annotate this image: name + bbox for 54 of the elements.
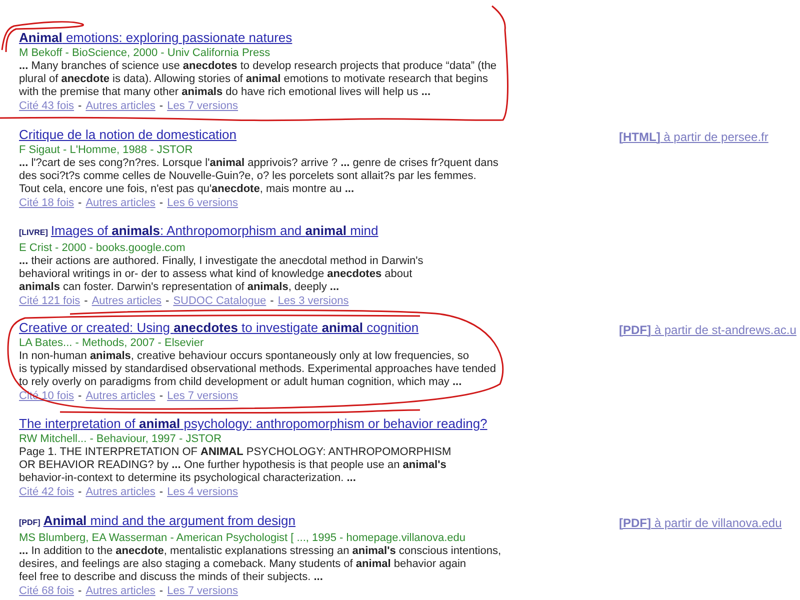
full-text-link[interactable]: [PDF] à partir de villanova.edu — [619, 516, 782, 530]
result-link[interactable]: Les 4 versions — [167, 485, 238, 499]
result-snippet: In non-human animals, creative behaviour occurs spontaneously only at low frequencies, so is typically missed by standardised observational methods. Experimental approaches have tended to rely overly on paradigms from child development or adult human cognition, which may ... — [19, 350, 497, 388]
result-link[interactable]: Cité 121 fois — [19, 294, 80, 308]
separator: - — [78, 388, 82, 402]
result-link[interactable]: Cité 68 fois — [19, 584, 74, 598]
result-source: LA Bates... - Methods, 2007 - Elsevier — [19, 336, 205, 350]
result-snippet: ... their actions are authored. Finally, I investigate the anecdotal method in Darwin's behavioral writings in or- der to assess what kind of knowledge anecdotes about animals can foster. Darwin's representation of animals, deeply ... — [19, 255, 424, 294]
separator: - — [84, 294, 88, 308]
result-snippet: Page 1. THE INTERPRETATION OF ANIMAL PSYCHOLOGY: ANTHROPOMORPHISM OR BEHAVIOR READING? by ... One further hypothesis is that people use an animal's behavior-in-context to determine its psychological characterization. ... — [19, 446, 452, 485]
result-link[interactable]: Autres articles — [86, 485, 156, 499]
result-source: MS Blumberg, EA Wasserman - American Psychologist [ ..., 1995 - homepage.villanova.edu — [19, 530, 467, 544]
separator: - — [159, 388, 164, 402]
full-text-link[interactable]: [HTML] à partir de persee.fr — [619, 130, 768, 144]
result-source: E Crist - 2000 - books.google.com — [19, 241, 186, 255]
result-link[interactable]: Cité 42 fois — [19, 485, 74, 499]
separator: - — [78, 485, 82, 499]
result-source: RW Mitchell... - Behaviour, 1997 - JSTOR — [19, 432, 223, 446]
result-link[interactable]: Autres articles — [92, 294, 162, 308]
separator: - — [166, 294, 170, 308]
result-snippet: ... l'?cart de ses cong?n?res. Lorsque l'animal apprivois? arrive ? ... genre de crises fr?quent dans des soci?t?s comme celles de Nouvelle-Guin?e, o? les porcelets sont allait?s par les femmes. Tout cela, encore une fois, n'est pas qu'anecdote, mais montre au ... — [19, 156, 500, 196]
separator: - — [78, 196, 82, 210]
result-link[interactable]: Autres articles — [86, 584, 156, 598]
result-link[interactable]: Les 7 versions — [167, 388, 238, 402]
document-type-tag: [PDF] — [19, 514, 40, 530]
result-snippet: ... In addition to the anecdote, mentalistic explanations stressing an animal's conscious intentions, desires, and feelings are also staging a comeback. Many students of animal behavior again feel free to describe and discuss the minds of their subjects. ... — [19, 544, 502, 584]
result-link[interactable]: Autres articles — [86, 99, 156, 113]
full-text-link[interactable]: [PDF] à partir de st-andrews.ac.u — [619, 322, 796, 336]
separator: - — [159, 99, 164, 113]
result-link[interactable]: Les 7 versions — [167, 584, 238, 598]
result-snippet: ... Many branches of science use anecdotes to develop research projects that produce “data” (the plural of anecdote is data). Allowing stories of animal emotions to motivate research that begins with the premise that many other animals do have rich emotional lives will help us ... — [19, 60, 498, 99]
result-title-link[interactable]: Critique de la notion de domestication — [19, 126, 237, 142]
result-source: F Sigaut - L'Homme, 1988 - JSTOR — [19, 142, 194, 156]
result-link[interactable]: Autres articles — [86, 196, 156, 210]
result-link[interactable]: Les 3 versions — [278, 294, 349, 308]
result-title-link[interactable]: The interpretation of animal psychology: anthropomorphism or behavior reading? — [19, 416, 488, 432]
separator: - — [270, 294, 274, 308]
result-link[interactable]: Autres articles — [86, 388, 156, 402]
separator: - — [78, 584, 82, 598]
result-title-link[interactable]: Animal mind and the argument from design — [43, 512, 296, 528]
separator: - — [159, 584, 164, 598]
result-link[interactable]: Les 6 versions — [167, 196, 238, 210]
separator: - — [159, 196, 164, 210]
result-link[interactable]: SUDOC Catalogue — [173, 294, 266, 308]
separator: - — [78, 99, 82, 113]
result-title-link[interactable]: Animal emotions: exploring passionate natures — [19, 30, 292, 46]
result-link[interactable]: Cité 43 fois — [19, 99, 74, 113]
result-title-link[interactable]: Images of animals: Anthropomorphism and animal mind — [50, 223, 378, 239]
result-title-link[interactable]: Creative or created: Using anecdotes to investigate animal cognition — [19, 320, 419, 336]
separator: - — [159, 485, 164, 499]
document-type-tag: [LIVRE] — [19, 225, 48, 241]
result-link[interactable]: Cité 18 fois — [19, 196, 74, 210]
result-source: M Bekoff - BioScience, 2000 - Univ California Press — [19, 46, 272, 60]
result-link[interactable]: Les 7 versions — [167, 99, 238, 113]
